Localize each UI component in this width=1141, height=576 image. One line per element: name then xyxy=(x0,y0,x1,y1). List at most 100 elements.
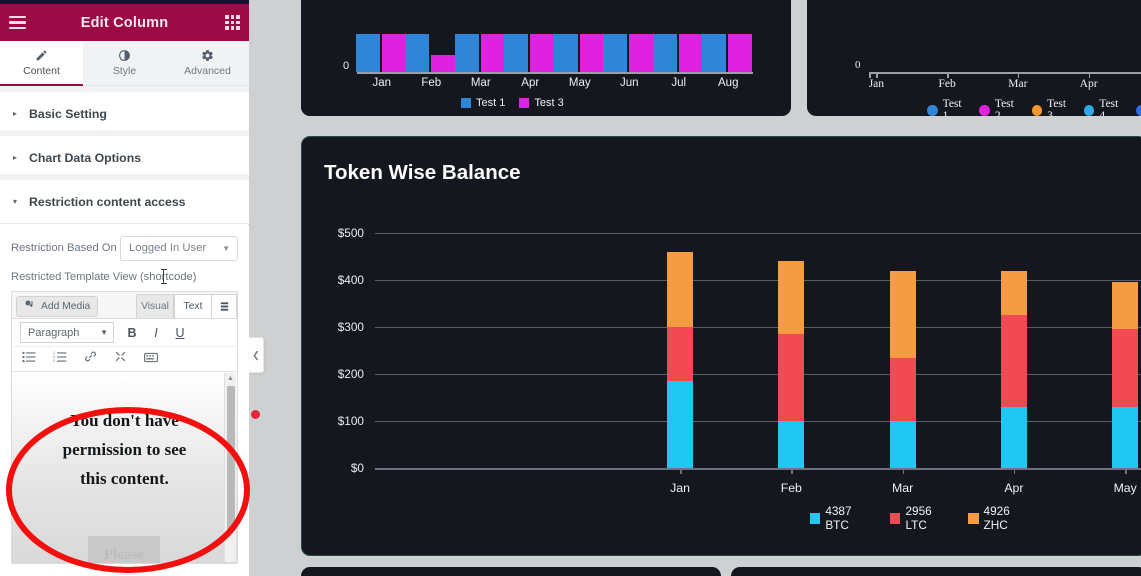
bar-stack[interactable] xyxy=(1112,233,1139,468)
bar-segment[interactable] xyxy=(889,270,916,358)
x-tick-label: Apr xyxy=(1004,481,1024,495)
italic-button[interactable]: I xyxy=(150,326,162,340)
bar-segment[interactable] xyxy=(579,34,604,72)
bar-segment[interactable] xyxy=(778,261,805,335)
legend-item[interactable]: Test 1 xyxy=(927,98,969,116)
legend-label: Test 4 xyxy=(1099,98,1119,116)
editor-mode-tabs: Visual Text xyxy=(136,294,237,318)
bar-segment[interactable] xyxy=(667,251,693,327)
legend-item[interactable]: Test 4 xyxy=(1083,98,1126,116)
bar-segment[interactable] xyxy=(454,34,479,72)
add-media-button[interactable]: Add Media xyxy=(16,296,99,317)
bar-segment[interactable] xyxy=(504,34,529,72)
bar-segment[interactable] xyxy=(889,421,916,468)
bar-segment[interactable] xyxy=(702,34,727,72)
bar-segment[interactable] xyxy=(652,34,677,72)
editor-tab-text[interactable]: Text xyxy=(174,294,212,318)
chart-card-bottom-right xyxy=(731,567,1141,576)
legend-item[interactable]: Test 2 xyxy=(979,98,1021,116)
read-more-icon[interactable] xyxy=(114,350,127,368)
tab-content[interactable]: Content xyxy=(0,41,83,86)
underline-button[interactable]: U xyxy=(174,326,186,340)
bar-segment[interactable] xyxy=(1000,406,1027,468)
chart-legend[interactable]: Test 1 Test 3 xyxy=(461,97,564,109)
bar-segment[interactable] xyxy=(778,334,805,421)
bar-segment[interactable] xyxy=(667,327,693,382)
legend-label: Test 3 xyxy=(1047,98,1067,116)
bar-segment[interactable] xyxy=(1000,315,1027,407)
grid-apps-icon[interactable] xyxy=(225,15,240,30)
legend-item[interactable]: 2956 LTC xyxy=(890,504,953,532)
panel-collapse-handle[interactable]: ❮ xyxy=(249,337,264,373)
bar-segment[interactable] xyxy=(355,34,380,72)
tab-style-label: Style xyxy=(112,65,137,77)
tab-advanced[interactable]: Advanced xyxy=(166,41,249,85)
x-tick-label: Jan xyxy=(868,78,885,90)
block-format-value: Paragraph xyxy=(28,326,80,339)
bar-segment[interactable] xyxy=(553,34,578,72)
legend-item[interactable]: Test 3 xyxy=(1031,98,1074,116)
bar-segment[interactable] xyxy=(889,357,916,421)
editor-content-area[interactable]: You don't have permission to see this co… xyxy=(12,371,237,563)
restricted-template-label: Restricted Template View (shortcode) xyxy=(11,271,197,283)
bar-segment[interactable] xyxy=(629,34,654,72)
legend-label: Test 2 xyxy=(994,98,1014,116)
editor-tab-visual[interactable]: Visual xyxy=(136,294,174,318)
y-tick-label: $0 xyxy=(350,461,364,475)
editor-content-inner[interactable]: You don't have permission to see this co… xyxy=(12,372,237,563)
chart-legend[interactable]: 4387 BTC 2956 LTC 4926 ZHC xyxy=(810,504,1034,532)
link-icon[interactable] xyxy=(84,350,97,368)
legend-item[interactable]: Test 3 xyxy=(519,97,564,109)
legend-item[interactable]: 4387 BTC xyxy=(810,504,875,532)
scroll-up-arrow-icon[interactable]: ▲ xyxy=(225,373,236,384)
bar-segment[interactable] xyxy=(1112,282,1139,330)
bar-segment[interactable] xyxy=(530,34,555,72)
bar-segment[interactable] xyxy=(1112,329,1139,407)
tab-style[interactable]: Style xyxy=(83,41,166,85)
bar-stack[interactable] xyxy=(889,233,916,468)
section-restriction-content-access[interactable]: ▾ Restriction content access xyxy=(0,180,249,224)
bar-segment[interactable] xyxy=(667,381,693,468)
legend-item[interactable]: 4926 ZHC xyxy=(968,504,1034,532)
bar-segment[interactable] xyxy=(381,34,406,72)
bar-segment[interactable] xyxy=(1112,406,1139,468)
chart-card-token-wise-balance: Token Wise Balance $0 $100 $200 $300 $400 $50… xyxy=(301,136,1141,556)
editor-top-row: Add Media Visual Text xyxy=(12,292,237,318)
bar-segment[interactable] xyxy=(728,34,753,72)
bar-segment[interactable] xyxy=(1000,270,1027,316)
editor-scrollbar[interactable]: ▲ xyxy=(224,373,236,562)
bar-stack[interactable] xyxy=(778,233,805,468)
bar-segment[interactable] xyxy=(431,55,456,72)
legend-item[interactable]: Test 1 xyxy=(461,97,505,109)
x-tick-mark xyxy=(869,72,871,78)
chart-legend[interactable]: Test 1 Test 2 Test 3 Test 4 xyxy=(927,98,1141,116)
bar-segment[interactable] xyxy=(405,34,430,72)
chevron-down-icon: ▼ xyxy=(222,243,230,253)
numbered-list-icon[interactable]: 123 xyxy=(53,350,67,368)
text-cursor-icon xyxy=(160,269,167,284)
bar-stack[interactable] xyxy=(667,233,693,468)
legend-swatch xyxy=(519,98,530,108)
bar-stack[interactable] xyxy=(1000,233,1027,468)
pencil-icon xyxy=(35,49,48,62)
editor-canvas: 0 Jan Feb Mar Apr May Jun Jul Aug Test 1 Test 3 0J… xyxy=(249,0,1141,576)
bulleted-list-icon[interactable] xyxy=(22,350,36,368)
bar-segment[interactable] xyxy=(678,34,703,72)
block-format-select[interactable]: Paragraph ▼ xyxy=(20,322,114,343)
restriction-based-on-label: Restriction Based On xyxy=(11,242,117,254)
chevron-down-icon: ▾ xyxy=(13,197,18,206)
bar-segment[interactable] xyxy=(480,34,505,72)
legend-item[interactable] xyxy=(1136,104,1141,116)
bar-segment[interactable] xyxy=(603,34,628,72)
x-tick-label: Feb xyxy=(938,78,956,90)
scrollbar-thumb[interactable] xyxy=(227,386,235,531)
x-tick-mark xyxy=(1013,469,1016,474)
keyboard-shortcuts-icon[interactable] xyxy=(144,350,158,368)
bar-segment[interactable] xyxy=(778,421,805,468)
legend-swatch xyxy=(968,512,979,524)
list-view-icon[interactable] xyxy=(212,294,237,318)
hamburger-icon[interactable] xyxy=(9,16,26,29)
restriction-based-on-select[interactable]: Logged In User ▼ xyxy=(120,235,238,261)
legend-label: Test 3 xyxy=(534,97,564,109)
bold-button[interactable]: B xyxy=(126,326,138,340)
